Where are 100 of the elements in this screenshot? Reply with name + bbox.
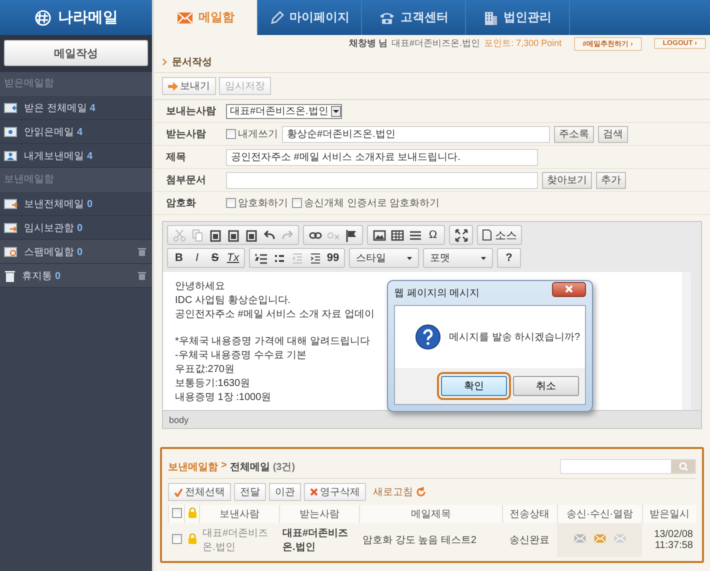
folder-label: 스팸메일함 0 xyxy=(24,246,83,258)
flag-icon xyxy=(344,228,358,242)
form-button[interactable]: 검색 xyxy=(598,126,628,142)
caret-icon xyxy=(481,256,486,260)
image-icon xyxy=(372,228,386,242)
body-text: 공인전자주소 #메일 서비스 소개 자료 업데이 xyxy=(175,308,374,322)
delete-button[interactable]: 영구삭제 xyxy=(304,483,366,501)
copy-icon xyxy=(190,228,204,242)
undo-icon xyxy=(262,228,276,242)
checkbox[interactable] xyxy=(226,198,236,208)
compose-action-button[interactable]: 보내기 xyxy=(162,77,216,95)
draft-mail-icon xyxy=(4,222,18,234)
column-header: 메일제목 xyxy=(410,509,451,520)
search-icon xyxy=(678,462,688,471)
field-label: 보내는사람 xyxy=(166,105,217,118)
page-title: 문서작성 xyxy=(172,56,212,69)
dialog-message: 메시지를 발송 하시겠습니까? xyxy=(449,331,580,344)
lock-icon xyxy=(188,507,196,518)
checkbox[interactable] xyxy=(172,508,182,518)
form-button[interactable]: 추가 xyxy=(596,172,626,188)
form-button[interactable]: 주소록 xyxy=(554,126,594,142)
user-org: 대표#더존비즈온.법인 xyxy=(392,37,480,50)
sidebar-item[interactable]: 보낸전체메일 0 xyxy=(0,192,152,216)
unread-mail-icon xyxy=(4,126,18,138)
checkbox[interactable] xyxy=(226,129,236,139)
compose-button[interactable]: 메일작성 xyxy=(4,40,148,66)
nav-tab[interactable]: 법인관리 xyxy=(466,0,570,35)
close-button[interactable] xyxy=(552,282,586,296)
app-name: 나라메일 xyxy=(58,8,118,27)
trash-icon[interactable] xyxy=(138,247,146,256)
body-text: 내용증명 1장 :1000원 xyxy=(175,391,272,405)
column-header: 받는사람 xyxy=(300,509,340,520)
body-text: 보통등기:1630원 xyxy=(175,377,250,391)
opened-mail-icon xyxy=(614,534,626,543)
search-field[interactable] xyxy=(560,459,696,474)
source-button[interactable]: 소스 xyxy=(480,227,519,243)
sidebar-section-title: 받은메일함 xyxy=(0,72,152,96)
column-header: 송신·수신·열람 xyxy=(566,509,634,520)
field-label: 받는사람 xyxy=(166,128,207,141)
column-header: 보낸사람 xyxy=(220,509,260,520)
chevron-icon xyxy=(162,58,167,66)
list-action-button[interactable]: 전달 xyxy=(234,483,266,501)
checkbox[interactable] xyxy=(292,198,302,208)
breadcrumb-item: (3건) xyxy=(272,460,296,474)
toolbar-button[interactable]: Tx xyxy=(224,250,242,266)
maximize-icon xyxy=(454,228,468,242)
nav-tab[interactable]: 마이페이지 xyxy=(258,0,362,35)
horizontal-rule-icon xyxy=(408,228,422,242)
breadcrumb-item: 전체메일 xyxy=(230,460,270,474)
toolbar-button[interactable]: Ω xyxy=(424,227,442,243)
toolbar-button[interactable]: I xyxy=(188,250,206,266)
style-dropdown[interactable]: 스타일 xyxy=(352,251,416,265)
folder-label: 휴지통 0 xyxy=(22,270,61,282)
trash-icon[interactable] xyxy=(138,271,146,280)
inbox-icon xyxy=(4,102,18,114)
folder-label: 임시보관함 0 xyxy=(24,222,83,234)
toolbar-button[interactable]: B xyxy=(170,250,188,266)
refresh-link[interactable]: 새로고침 xyxy=(373,485,426,499)
checkbox[interactable] xyxy=(172,534,182,544)
table-cell-text: 11:37:58 xyxy=(654,540,693,551)
points: 포인트: 7,300 Point xyxy=(484,37,562,50)
close-icon xyxy=(565,285,573,293)
list-action-button[interactable]: 이관 xyxy=(269,483,301,501)
toolbar-button[interactable]: 99 xyxy=(324,250,342,266)
sender-select[interactable]: 대표#더존비즈온.법인 xyxy=(226,104,342,118)
sidebar-item[interactable]: 휴지통 0 xyxy=(0,264,152,288)
table-icon xyxy=(390,228,404,242)
close-icon xyxy=(310,488,318,496)
user-name: 채창병 님 xyxy=(349,37,388,50)
toolbar-button[interactable]: ? xyxy=(500,250,518,266)
question-icon xyxy=(415,324,441,350)
table-cell: 송신완료 xyxy=(510,535,550,546)
body-text: 우표값:270원 xyxy=(175,363,234,377)
field-label: 첨부문서 xyxy=(166,174,207,187)
subject-field[interactable]: 공인전자주소 #메일 서비스 소개자료 보내드립니다. xyxy=(226,148,538,166)
select-all-button[interactable]: 전체선택 xyxy=(168,483,231,501)
pencil-icon xyxy=(270,10,284,24)
mail-row[interactable]: 대표#더존비즈온.법인 대표#더존비즈온.법인 암호화 강도 높음 테스트2 송신완료 13/02/08 11:37:58 xyxy=(168,523,696,557)
folder-label: 안읽은메일 4 xyxy=(24,126,83,138)
form-button[interactable]: 찾아보기 xyxy=(542,172,592,188)
style-dropdown[interactable]: 포맷 xyxy=(426,251,490,265)
attachment-field[interactable] xyxy=(226,172,538,188)
checkbox-label: 송신개체 인증서로 암호화하기 xyxy=(304,197,440,210)
nav-tab[interactable]: 고객센터 xyxy=(362,0,466,35)
folder-label: 내게보낸메일 4 xyxy=(24,150,93,162)
sidebar-item[interactable]: 받은 전체메일 4 xyxy=(0,96,152,120)
column-header: 전송상태 xyxy=(510,509,550,520)
logo-icon xyxy=(34,10,52,26)
recipient-field[interactable]: 황상순#더존비즈온.법인 xyxy=(282,126,550,142)
folder-label: 보낸전체메일 0 xyxy=(24,198,93,210)
dialog-button[interactable]: 취소 xyxy=(513,376,579,396)
outdent-icon xyxy=(290,252,304,264)
check-icon xyxy=(174,488,183,496)
sidebar-item[interactable]: 스팸메일함 0 xyxy=(0,240,152,264)
spam-mail-icon xyxy=(4,246,18,258)
sidebar-section-title: 보낸메일함 xyxy=(0,168,152,192)
redo-icon xyxy=(280,228,294,242)
sidebar-item[interactable]: 안읽은메일 4 xyxy=(0,120,152,144)
toolbar-button[interactable]: S xyxy=(206,250,224,266)
person-mail-icon xyxy=(4,150,18,162)
